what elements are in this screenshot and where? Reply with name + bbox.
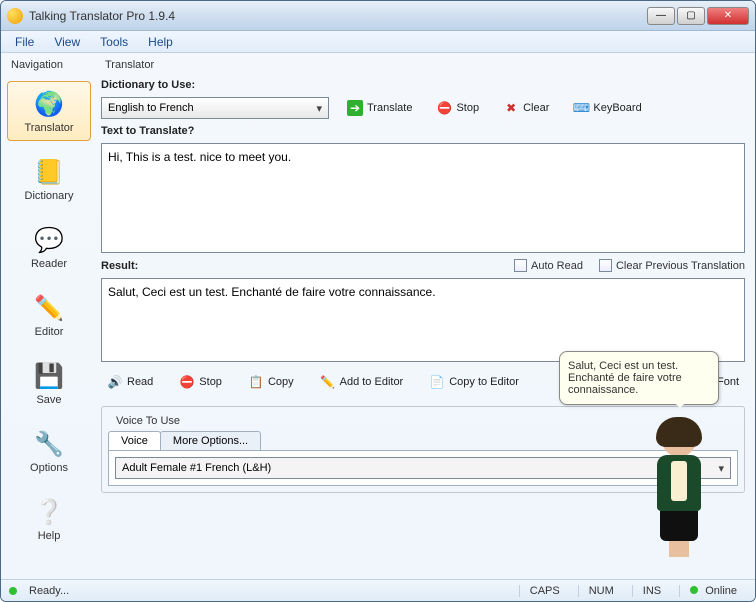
- window-controls: — ▢ ✕: [647, 7, 749, 25]
- checkbox-box: [514, 259, 527, 272]
- clear-icon: ✖: [503, 100, 519, 116]
- nav-label: Editor: [35, 326, 64, 338]
- nav-label: Help: [38, 530, 61, 542]
- body-area: Navigation 🌍 Translator 📒 Dictionary 💬 R…: [1, 53, 755, 579]
- nav-label: Options: [30, 462, 68, 474]
- stop-icon: ⛔: [436, 100, 452, 116]
- avatar-character: [649, 423, 709, 553]
- stop-icon: ⛔: [179, 374, 195, 390]
- app-icon: [7, 8, 23, 24]
- status-ready: Ready...: [29, 585, 69, 597]
- speech-icon: 💬: [33, 224, 65, 256]
- menu-tools[interactable]: Tools: [90, 33, 138, 51]
- read-button[interactable]: 🔊 Read: [101, 372, 159, 392]
- nav-label: Translator: [24, 122, 73, 134]
- copy-to-editor-button[interactable]: 📄 Copy to Editor: [423, 372, 525, 392]
- auto-read-checkbox[interactable]: Auto Read: [514, 259, 583, 272]
- result-label: Result:: [101, 260, 138, 272]
- input-text: Hi, This is a test. nice to meet you.: [108, 150, 291, 164]
- dictionary-dropdown[interactable]: English to French: [101, 97, 329, 119]
- nav-label: Dictionary: [25, 190, 74, 202]
- floppy-icon: 💾: [33, 360, 65, 392]
- menubar: File View Tools Help: [1, 31, 755, 53]
- pencil-icon: ✏️: [320, 374, 336, 390]
- wrench-icon: 🔧: [33, 428, 65, 460]
- nav-reader[interactable]: 💬 Reader: [7, 217, 91, 277]
- titlebar: Talking Translator Pro 1.9.4 — ▢ ✕: [1, 1, 755, 31]
- result-text: Salut, Ceci est un test. Enchanté de fai…: [108, 285, 436, 299]
- input-label: Text to Translate?: [101, 125, 745, 137]
- dictionary-row: English to French ➔ Translate ⛔ Stop ✖ C…: [101, 97, 745, 119]
- status-ins: INS: [632, 585, 671, 597]
- navigation-panel: Navigation 🌍 Translator 📒 Dictionary 💬 R…: [1, 53, 97, 579]
- status-dot-icon: [9, 587, 17, 595]
- statusbar: Ready... CAPS NUM INS Online: [1, 579, 755, 601]
- nav-options[interactable]: 🔧 Options: [7, 421, 91, 481]
- voice-tab-body: Adult Female #1 French (L&H): [108, 450, 738, 486]
- tab-voice[interactable]: Voice: [108, 431, 161, 450]
- menu-file[interactable]: File: [5, 33, 44, 51]
- minimize-button[interactable]: —: [647, 7, 675, 25]
- status-online: Online: [679, 585, 747, 597]
- copy-button[interactable]: 📋 Copy: [242, 372, 300, 392]
- result-header: Result: Auto Read Clear Previous Transla…: [101, 259, 745, 272]
- voice-tabs: Voice More Options...: [108, 431, 738, 450]
- nav-label: Save: [36, 394, 61, 406]
- book-icon: 📒: [33, 156, 65, 188]
- keyboard-icon: ⌨: [573, 100, 589, 116]
- main-panel: Translator Dictionary to Use: English to…: [97, 53, 755, 579]
- nav-label: Reader: [31, 258, 67, 270]
- clear-button[interactable]: ✖ Clear: [497, 98, 555, 118]
- result-textarea[interactable]: Salut, Ceci est un test. Enchanté de fai…: [101, 278, 745, 362]
- dictionary-selected: English to French: [108, 102, 194, 114]
- window-title: Talking Translator Pro 1.9.4: [29, 9, 647, 23]
- add-to-editor-button[interactable]: ✏️ Add to Editor: [314, 372, 410, 392]
- menu-view[interactable]: View: [44, 33, 90, 51]
- speaker-icon: 🔊: [107, 374, 123, 390]
- app-window: Talking Translator Pro 1.9.4 — ▢ ✕ File …: [0, 0, 756, 602]
- avatar-head: [662, 423, 696, 457]
- status-caps: CAPS: [519, 585, 570, 597]
- copy-pencil-icon: 📄: [429, 374, 445, 390]
- translator-title: Translator: [101, 57, 745, 73]
- globe-icon: 🌍: [33, 88, 65, 120]
- arrow-right-icon: ➔: [347, 100, 363, 116]
- maximize-button[interactable]: ▢: [677, 7, 705, 25]
- translate-button[interactable]: ➔ Translate: [341, 98, 418, 118]
- dictionary-label: Dictionary to Use:: [101, 79, 745, 91]
- voice-selected: Adult Female #1 French (L&H): [122, 462, 271, 474]
- voice-dropdown[interactable]: Adult Female #1 French (L&H): [115, 457, 731, 479]
- nav-title: Navigation: [7, 57, 91, 73]
- nav-translator[interactable]: 🌍 Translator: [7, 81, 91, 141]
- nav-dictionary[interactable]: 📒 Dictionary: [7, 149, 91, 209]
- nav-save[interactable]: 💾 Save: [7, 353, 91, 413]
- checkbox-box: [599, 259, 612, 272]
- help-icon: ❔: [33, 496, 65, 528]
- close-button[interactable]: ✕: [707, 7, 749, 25]
- copy-icon: 📋: [248, 374, 264, 390]
- avatar-body: [657, 455, 701, 511]
- speech-bubble: Salut, Ceci est un test. Enchanté de fai…: [559, 351, 719, 405]
- stop-button[interactable]: ⛔ Stop: [430, 98, 485, 118]
- input-textarea[interactable]: Hi, This is a test. nice to meet you.: [101, 143, 745, 253]
- pencil-icon: ✏️: [33, 292, 65, 324]
- stop-read-button[interactable]: ⛔ Stop: [173, 372, 228, 392]
- menu-help[interactable]: Help: [138, 33, 183, 51]
- tab-more-options[interactable]: More Options...: [160, 431, 261, 450]
- voice-group-title: Voice To Use: [112, 415, 184, 427]
- status-num: NUM: [578, 585, 624, 597]
- clear-previous-checkbox[interactable]: Clear Previous Translation: [599, 259, 745, 272]
- keyboard-button[interactable]: ⌨ KeyBoard: [567, 98, 647, 118]
- online-dot-icon: [690, 586, 698, 594]
- nav-help[interactable]: ❔ Help: [7, 489, 91, 549]
- nav-editor[interactable]: ✏️ Editor: [7, 285, 91, 345]
